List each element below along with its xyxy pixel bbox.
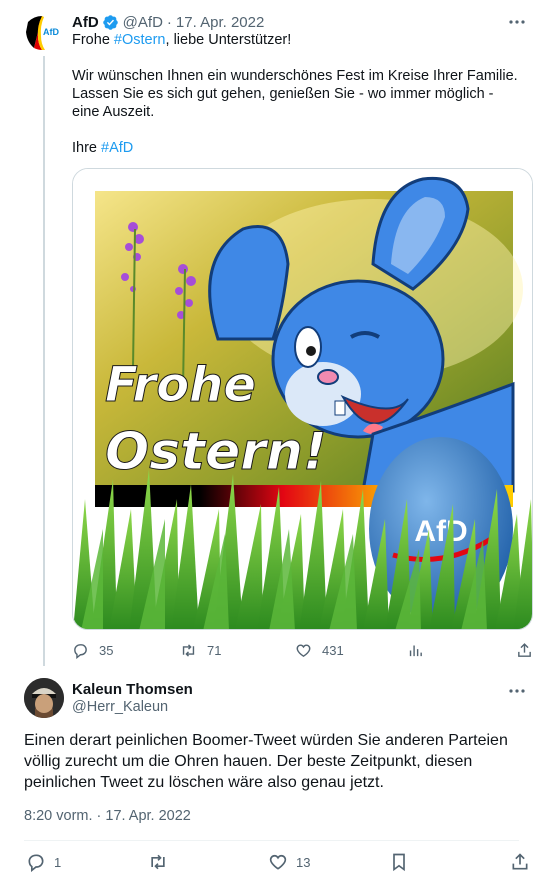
kaleun-avatar[interactable] <box>24 678 64 718</box>
retweet-icon <box>182 643 195 657</box>
views-icon <box>409 645 422 656</box>
like-count: 431 <box>322 642 344 658</box>
reply-author-name[interactable]: Kaleun Thomsen <box>72 681 193 698</box>
divider <box>24 840 519 841</box>
text-segment: Frohe <box>72 32 114 48</box>
tweet-text: Frohe #Ostern, liebe Unterstützer! Wir w… <box>72 31 522 157</box>
like-button[interactable]: 431 <box>295 640 344 660</box>
hashtag-afd-link[interactable]: #AfD <box>101 140 133 156</box>
text-segment: Ihre <box>72 140 102 156</box>
reply-count: 1 <box>54 854 62 870</box>
egg-logo: AfD <box>414 515 467 548</box>
more-icon[interactable] <box>507 12 527 32</box>
retweet-button[interactable]: 71 <box>180 640 221 660</box>
hashtag-ostern-link[interactable]: #Ostern <box>114 32 166 48</box>
more-icon[interactable] <box>507 681 527 701</box>
author-handle[interactable]: @AfD <box>123 14 163 31</box>
verified-badge-icon <box>102 14 119 31</box>
reply-icon <box>74 643 87 659</box>
bookmark-icon <box>393 853 405 872</box>
tweet-actions: 35 71 431 <box>72 640 534 660</box>
reply-author-handle[interactable]: @Herr_Kaleun <box>72 699 168 715</box>
like-count: 13 <box>296 854 311 870</box>
bookmark-button[interactable] <box>389 852 409 872</box>
headline-ostern: Ostern! <box>105 422 327 482</box>
share-icon <box>518 642 531 657</box>
like-icon <box>269 854 287 870</box>
tweet-date[interactable]: 17. Apr. 2022 <box>176 14 264 31</box>
share-icon <box>512 853 528 870</box>
retweet-button[interactable] <box>148 852 168 872</box>
share-button[interactable] <box>516 640 533 660</box>
like-icon <box>296 643 311 657</box>
reply-button[interactable]: 1 <box>26 852 61 872</box>
tweet-header: AfD @AfD · 17. Apr. 2022 <box>72 12 264 32</box>
thread-connector-line <box>43 56 45 666</box>
reply-button[interactable]: 35 <box>72 640 113 660</box>
text-segment: , liebe Unterstützer! <box>165 32 292 48</box>
reply-text: Einen derart peinlichen Boomer-Tweet wür… <box>24 732 508 791</box>
reply-actions: 1 13 <box>24 852 528 874</box>
headline-frohe: Frohe <box>105 357 256 413</box>
afd-avatar[interactable]: AfD <box>24 12 64 52</box>
author-name[interactable]: AfD <box>72 14 99 31</box>
tweet-image[interactable]: Frohe Ostern! AfD <box>72 168 533 630</box>
reply-timestamp[interactable]: 8:20 vorm. · 17. Apr. 2022 <box>24 808 191 824</box>
views-button[interactable] <box>407 640 424 660</box>
separator-dot: · <box>166 13 172 31</box>
like-button[interactable]: 13 <box>268 852 310 872</box>
reply-icon <box>28 854 44 872</box>
retweet-icon <box>151 854 165 870</box>
retweet-count: 71 <box>207 642 222 658</box>
share-button[interactable] <box>510 852 530 872</box>
reply-count: 35 <box>99 642 114 658</box>
tweet-paragraph: Wir wünschen Ihnen ein wunderschönes Fes… <box>72 68 518 120</box>
svg-text:AfD: AfD <box>43 27 59 37</box>
